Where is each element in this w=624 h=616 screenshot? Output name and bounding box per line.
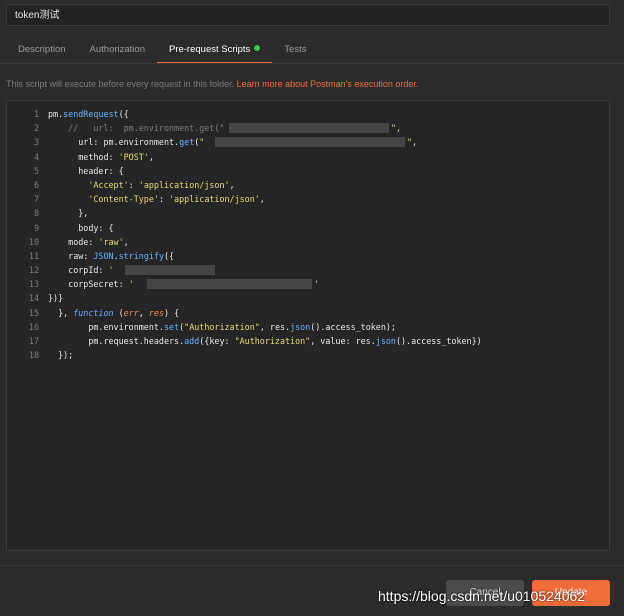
code-text: pm.sendRequest({	[48, 109, 129, 119]
tab-description[interactable]: Description	[6, 38, 78, 64]
code-line: 11 raw: JSON.stringify({	[7, 249, 609, 263]
code-text: // url: pm.environment.get("	[68, 123, 225, 134]
code-line: 15 }, function (err, res) {	[7, 306, 609, 320]
code-line: 18 });	[7, 348, 609, 362]
code-text: pm.request.headers.add({key: "Authorizat…	[48, 336, 482, 346]
code-text: corpSecret: '	[48, 279, 134, 290]
code-text: 'Accept': 'application/json',	[88, 179, 235, 190]
tab-divider	[0, 63, 624, 64]
line-number: 13	[28, 279, 39, 290]
tab-pre-request-scripts[interactable]: Pre-request Scripts	[156, 38, 273, 64]
tab-label: Pre-request Scripts	[168, 44, 251, 55]
code-line: 4 method: 'POST',	[7, 150, 609, 164]
code-line: 16 pm.environment.set("Authorization", r…	[7, 320, 609, 334]
line-number: 14	[28, 293, 39, 304]
code-text: header: {	[48, 165, 124, 176]
line-number: 1	[33, 109, 39, 119]
line-number: 16	[28, 321, 39, 332]
redacted-block	[229, 123, 389, 134]
redacted-block	[147, 279, 312, 290]
code-text: });	[48, 350, 74, 361]
code-text: mode: 'raw',	[48, 236, 129, 247]
code-line: 10 mode: 'raw',	[7, 235, 609, 249]
redacted-block	[125, 265, 215, 276]
code-line: 7 'Content-Type': 'application/json',	[7, 192, 609, 206]
footer-divider	[0, 565, 624, 566]
info-text: This script will execute before every re…	[6, 79, 418, 89]
code-text: })}	[48, 293, 64, 304]
code-editor[interactable]: 1 pm.sendRequest({ 2 // url: pm.environmen…	[6, 100, 610, 551]
code-line: 3 url: pm.environment.get(" ",	[7, 135, 609, 149]
tab-authorization[interactable]: Authorization	[78, 38, 157, 64]
code-line: 5 header: {	[7, 164, 609, 178]
active-dot-icon	[254, 45, 261, 51]
info-message: This script will execute before every re…	[6, 79, 237, 89]
line-number: 8	[33, 208, 39, 219]
line-number: 3	[33, 137, 39, 148]
line-number: 6	[33, 179, 39, 190]
code-text: method: 'POST',	[48, 151, 154, 162]
code-lines: 1 pm.sendRequest({ 2 // url: pm.environmen…	[7, 107, 609, 362]
line-number: 18	[28, 350, 39, 361]
line-number: 2	[33, 123, 39, 134]
code-line: 1 pm.sendRequest({	[7, 107, 609, 121]
code-text: 'Content-Type': 'application/json',	[88, 194, 265, 205]
line-number: 17	[28, 336, 39, 346]
code-text: corpId: '	[48, 265, 114, 276]
code-text-tail: '	[314, 279, 320, 290]
code-text: pm.environment.set("Authorization", res.…	[48, 321, 396, 332]
execution-order-link[interactable]: Learn more about Postman's execution ord…	[237, 79, 419, 89]
code-line: 13 corpSecret: ' '	[7, 277, 609, 291]
code-line: 17 pm.request.headers.add({key: "Authori…	[7, 334, 609, 348]
code-line: 8 },	[7, 206, 609, 220]
code-line: 2 // url: pm.environment.get(" ",	[7, 121, 609, 135]
line-number: 9	[33, 222, 39, 233]
code-text-tail: ",	[407, 137, 418, 148]
redacted-block	[215, 137, 405, 148]
watermark: https://blog.csdn.net/u010524062	[378, 588, 586, 604]
code-text: }, function (err, res) {	[48, 307, 180, 318]
code-line: 6 'Accept': 'application/json',	[7, 178, 609, 192]
line-number: 12	[28, 265, 39, 276]
line-number: 4	[33, 151, 39, 162]
code-text: },	[48, 208, 89, 219]
line-number: 5	[33, 165, 39, 176]
tab-tests[interactable]: Tests	[272, 38, 318, 64]
code-line: 9 body: {	[7, 221, 609, 235]
code-text: body: {	[48, 222, 114, 233]
tab-bar: Description Authorization Pre-request Sc…	[6, 38, 318, 64]
line-number: 7	[33, 194, 39, 205]
code-line: 14})}	[7, 291, 609, 305]
folder-name-field[interactable]: token测试	[6, 4, 610, 26]
code-line: 12 corpId: '	[7, 263, 609, 277]
line-number: 15	[28, 307, 39, 318]
line-number: 10	[28, 236, 39, 247]
code-text: url: pm.environment.get("	[48, 137, 205, 148]
code-text: raw: JSON.stringify({	[48, 250, 175, 261]
line-number: 11	[28, 250, 39, 261]
code-text-tail: ",	[391, 123, 402, 134]
